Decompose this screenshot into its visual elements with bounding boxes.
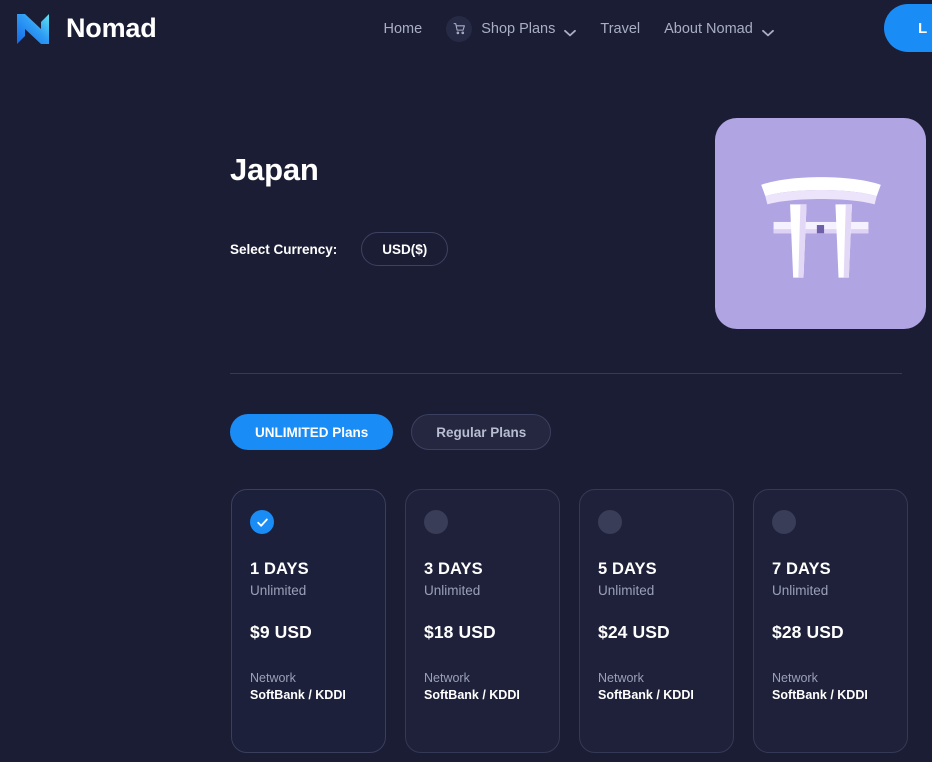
nav-item-label: Shop Plans	[481, 20, 556, 37]
plan-price: $24 USD	[598, 622, 670, 642]
country-artwork	[715, 118, 926, 329]
plan-network-value: SoftBank / KDDI	[424, 688, 520, 702]
currency-label: Select Currency:	[230, 241, 338, 257]
plan-card[interactable]: 3 DAYS Unlimited $18 USD Network SoftBan…	[405, 489, 560, 753]
plan-card[interactable]: 1 DAYS Unlimited $9 USD Network SoftBank…	[231, 489, 386, 753]
main-nav: Home Shop Plans Travel About Nomad	[384, 15, 774, 42]
plan-network-value: SoftBank / KDDI	[250, 688, 346, 702]
brand-name: Nomad	[66, 13, 157, 43]
plan-network-label: Network	[598, 671, 644, 685]
plan-price: $9 USD	[250, 622, 312, 642]
nomad-n-logo-icon	[12, 8, 54, 50]
plan-network-value: SoftBank / KDDI	[772, 688, 868, 702]
site-header: Nomad Home Shop Plans Travel About Nomad…	[0, 0, 932, 57]
nav-item-home[interactable]: Home	[384, 21, 423, 37]
section-divider	[230, 373, 902, 374]
check-circle-icon[interactable]	[250, 510, 274, 534]
nav-item-shop-plans[interactable]: Shop Plans	[446, 15, 577, 42]
plan-data-amount: Unlimited	[598, 583, 655, 598]
plan-card-grid: 1 DAYS Unlimited $9 USD Network SoftBank…	[231, 489, 908, 753]
plan-duration: 5 DAYS	[598, 560, 657, 578]
radio-circle-icon[interactable]	[424, 510, 448, 534]
radio-circle-icon[interactable]	[598, 510, 622, 534]
page-title: Japan	[230, 152, 319, 187]
plan-duration: 7 DAYS	[772, 560, 831, 578]
cart-icon	[446, 15, 473, 42]
login-button[interactable]: L	[884, 4, 932, 52]
currency-select-button[interactable]: USD($)	[361, 232, 449, 266]
plan-card[interactable]: 7 DAYS Unlimited $28 USD Network SoftBan…	[753, 489, 908, 753]
torii-gate-icon	[755, 158, 887, 290]
plan-type-tabs: UNLIMITED Plans Regular Plans	[230, 414, 552, 450]
currency-selector-row: Select Currency: USD($)	[230, 232, 449, 266]
plan-network-label: Network	[772, 671, 818, 685]
nav-item-about-nomad[interactable]: About Nomad	[664, 21, 774, 37]
plan-data-amount: Unlimited	[772, 583, 829, 598]
radio-circle-icon[interactable]	[772, 510, 796, 534]
nav-item-label: Travel	[600, 20, 641, 37]
plan-data-amount: Unlimited	[424, 583, 481, 598]
plan-duration: 3 DAYS	[424, 560, 483, 578]
plan-network-label: Network	[424, 671, 470, 685]
chevron-down-icon	[761, 25, 774, 36]
plan-price: $28 USD	[772, 622, 844, 642]
plan-network-label: Network	[250, 671, 296, 685]
plan-data-amount: Unlimited	[250, 583, 307, 598]
nav-item-label: About Nomad	[664, 20, 753, 37]
nav-item-label: Home	[383, 20, 423, 37]
plan-price: $18 USD	[424, 622, 496, 642]
brand-logo[interactable]: Nomad	[12, 8, 157, 50]
chevron-down-icon	[564, 25, 577, 36]
plan-card[interactable]: 5 DAYS Unlimited $24 USD Network SoftBan…	[579, 489, 734, 753]
plan-network-value: SoftBank / KDDI	[598, 688, 694, 702]
nav-item-travel[interactable]: Travel	[600, 21, 640, 37]
plan-duration: 1 DAYS	[250, 560, 309, 578]
tab-unlimited-plans[interactable]: UNLIMITED Plans	[230, 414, 394, 450]
tab-regular-plans[interactable]: Regular Plans	[411, 414, 552, 450]
